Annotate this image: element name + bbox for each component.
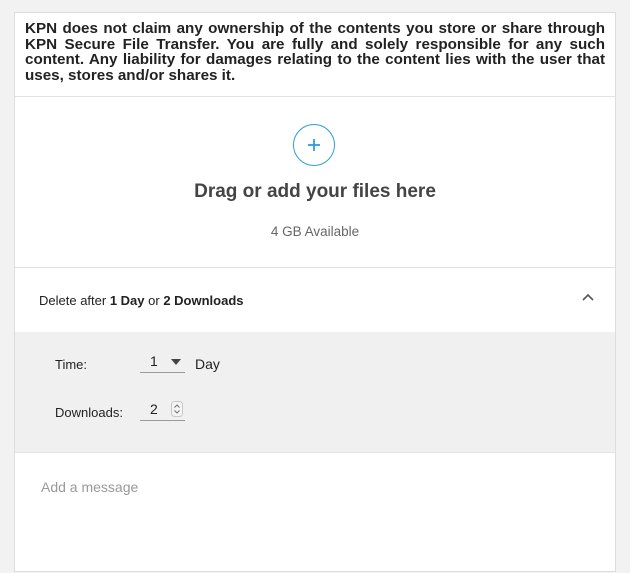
expiry-downloads: 2 Downloads [163,293,244,308]
message-field[interactable]: Add a message [15,453,615,573]
drop-zone-title: Drag or add your files here [194,181,436,202]
plus-icon [308,139,320,151]
time-unit: Day [195,356,220,372]
stepper-arrows-icon[interactable] [171,401,183,417]
add-files-button[interactable] [293,124,335,166]
expiry-days: 1 Day [109,293,145,308]
expiry-or: or [144,293,164,308]
caret-down-icon [171,359,181,365]
expiry-prefix: Delete after [39,293,110,308]
time-value: 1 [150,353,158,369]
file-drop-zone[interactable]: Drag or add your files here 4 GB Availab… [15,97,615,268]
disclaimer-text: KPN does not claim any ownership of the … [15,13,615,97]
expiry-settings-panel: Time: 1 Day Downloads: 2 [15,332,615,453]
chevron-up-icon[interactable] [581,290,595,304]
upload-card: KPN does not claim any ownership of the … [14,12,616,572]
time-label: Time: [55,357,88,372]
message-placeholder: Add a message [41,479,139,495]
expiry-settings-toggle[interactable]: Delete after 1 Day or 2 Downloads [15,268,615,332]
expiry-summary: Delete after 1 Day or 2 Downloads [39,293,244,308]
available-space: 4 GB Available [270,224,360,239]
downloads-value: 2 [150,401,158,417]
time-select[interactable]: 1 [140,353,185,373]
downloads-label: Downloads: [55,405,123,420]
downloads-stepper[interactable]: 2 [140,401,185,421]
